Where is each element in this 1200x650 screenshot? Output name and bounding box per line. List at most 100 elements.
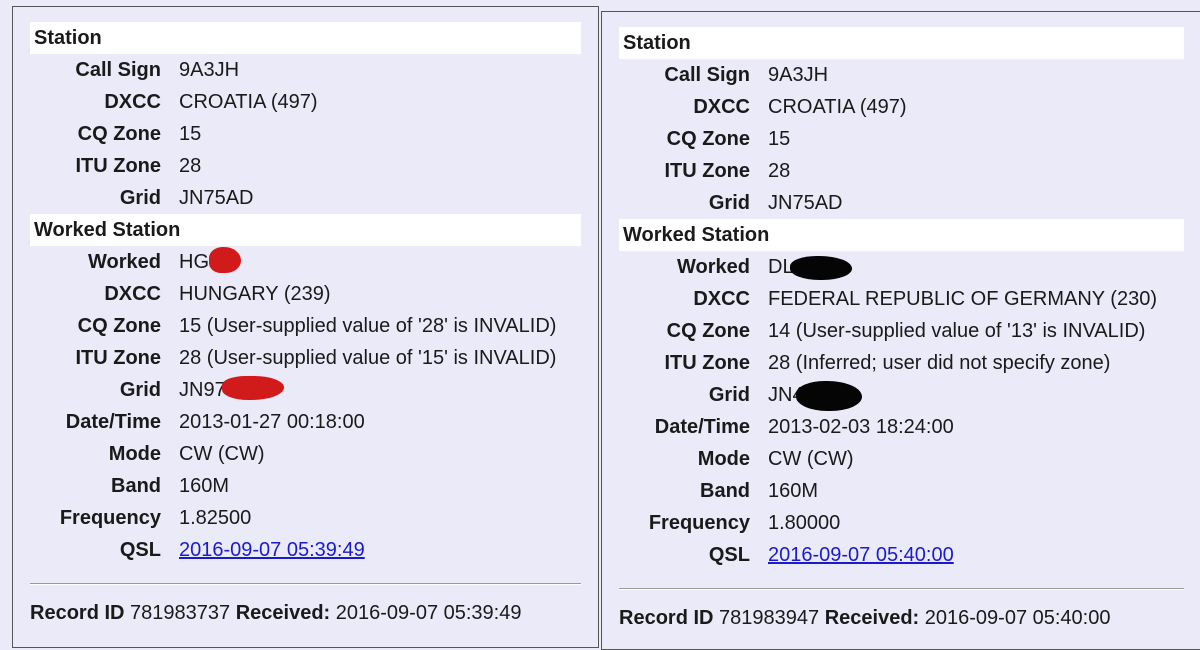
field-value: 160M [179,475,230,497]
station-section-header: Station [619,27,1184,59]
record-id-label: Record ID [619,607,714,629]
field-value-text: HG [179,251,209,273]
qso-card-left: Station Call Sign 9A3JH DXCC CROATIA (49… [30,22,581,625]
received-label: Received: [235,602,331,624]
station-itu-zone-row: ITU Zone 28 [619,155,1184,187]
field-value: CW (CW) [179,443,265,465]
qsl-date-link[interactable]: 2016-09-07 05:40:00 [768,544,954,566]
field-label: QSL [708,544,750,566]
field-label: CQ Zone [666,128,750,150]
field-value: HUNGARY (239) [179,283,331,305]
record-id-value: 781983947 [719,607,820,629]
field-label: Worked [677,256,750,278]
worked-station-section-header: Worked Station [619,219,1184,251]
field-value: 160M [768,480,819,502]
worked-call-sign-row: Worked HG [30,246,581,278]
field-label: Grid [119,187,161,209]
field-value: DL [768,251,852,283]
worked-call-sign-row: Worked DL [619,251,1184,283]
field-value: 28 [768,160,791,182]
field-label: CQ Zone [77,315,161,337]
field-value: 2016-09-07 05:39:49 [179,534,365,566]
field-value: 15 [179,123,202,145]
field-label: Mode [697,448,750,470]
worked-datetime-row: Date/Time 2013-01-27 00:18:00 [30,406,581,438]
field-label: CQ Zone [666,320,750,342]
worked-frequency-row: Frequency 1.80000 [619,507,1184,539]
field-label: Date/Time [654,416,750,438]
qso-record-panel-right: Station Call Sign 9A3JH DXCC CROATIA (49… [601,11,1200,650]
field-value: 2013-01-27 00:18:00 [179,411,365,433]
field-value: 2013-02-03 18:24:00 [768,416,954,438]
field-value: 1.80000 [768,512,841,534]
worked-datetime-row: Date/Time 2013-02-03 18:24:00 [619,411,1184,443]
field-label: DXCC [104,91,161,113]
worked-station-section-header: Worked Station [30,214,581,246]
qso-record-panel-left: Station Call Sign 9A3JH DXCC CROATIA (49… [12,6,599,648]
worked-mode-row: Mode CW (CW) [619,443,1184,475]
station-dxcc-row: DXCC CROATIA (497) [619,91,1184,123]
worked-mode-row: Mode CW (CW) [30,438,581,470]
divider [619,588,1184,590]
field-label: Date/Time [65,411,161,433]
field-value-text: JN97 [179,379,226,401]
field-label: Band [700,480,750,502]
field-value: 14 (User-supplied value of '13' is INVAL… [768,320,1146,342]
qsl-date-link[interactable]: 2016-09-07 05:39:49 [179,539,365,561]
field-value: CROATIA (497) [179,91,318,113]
worked-cq-zone-row: CQ Zone 14 (User-supplied value of '13' … [619,315,1184,347]
worked-qsl-row: QSL 2016-09-07 05:39:49 [30,534,581,566]
field-label: Call Sign [664,64,750,86]
field-label: Mode [108,443,161,465]
field-value: 15 [768,128,791,150]
worked-grid-row: Grid JN4 [619,379,1184,411]
field-value: JN75AD [179,187,254,209]
field-value: 1.82500 [179,507,252,529]
field-value: CW (CW) [768,448,854,470]
field-value: JN75AD [768,192,843,214]
field-label: DXCC [104,283,161,305]
field-label: ITU Zone [664,352,750,374]
qso-card-right: Station Call Sign 9A3JH DXCC CROATIA (49… [619,27,1184,630]
worked-frequency-row: Frequency 1.82500 [30,502,581,534]
worked-band-row: Band 160M [619,475,1184,507]
worked-cq-zone-row: CQ Zone 15 (User-supplied value of '28' … [30,310,581,342]
field-value: JN97 [179,374,284,406]
worked-grid-row: Grid JN97 [30,374,581,406]
worked-dxcc-row: DXCC HUNGARY (239) [30,278,581,310]
field-value: 28 (Inferred; user did not specify zone) [768,352,1111,374]
field-label: ITU Zone [75,347,161,369]
record-footer: Record ID 781983947 Received: 2016-09-07… [619,607,1184,630]
station-cq-zone-row: CQ Zone 15 [619,123,1184,155]
field-label: ITU Zone [664,160,750,182]
field-label: Grid [119,379,161,401]
redaction-mark [789,255,852,280]
field-label: Frequency [59,507,161,529]
worked-itu-zone-row: ITU Zone 28 (Inferred; user did not spec… [619,347,1184,379]
station-cq-zone-row: CQ Zone 15 [30,118,581,150]
received-value: 2016-09-07 05:40:00 [924,607,1111,629]
field-label: Grid [708,192,750,214]
worked-itu-zone-row: ITU Zone 28 (User-supplied value of '15'… [30,342,581,374]
field-value: 9A3JH [768,64,829,86]
record-id-value: 781983737 [130,602,231,624]
record-id-label: Record ID [30,602,125,624]
field-value: 9A3JH [179,59,240,81]
field-value: 28 [179,155,202,177]
field-value: FEDERAL REPUBLIC OF GERMANY (230) [768,288,1157,310]
station-call-sign-row: Call Sign 9A3JH [30,54,581,86]
worked-band-row: Band 160M [30,470,581,502]
station-call-sign-row: Call Sign 9A3JH [619,59,1184,91]
worked-qsl-row: QSL 2016-09-07 05:40:00 [619,539,1184,571]
field-label: DXCC [693,288,750,310]
field-value: 28 (User-supplied value of '15' is INVAL… [179,347,557,369]
station-dxcc-row: DXCC CROATIA (497) [30,86,581,118]
field-value: 15 (User-supplied value of '28' is INVAL… [179,315,557,337]
field-label: DXCC [693,96,750,118]
field-label: Call Sign [75,59,161,81]
station-section-header: Station [30,22,581,54]
redaction-mark [221,375,284,400]
station-itu-zone-row: ITU Zone 28 [30,150,581,182]
field-label: ITU Zone [75,155,161,177]
worked-dxcc-row: DXCC FEDERAL REPUBLIC OF GERMANY (230) [619,283,1184,315]
